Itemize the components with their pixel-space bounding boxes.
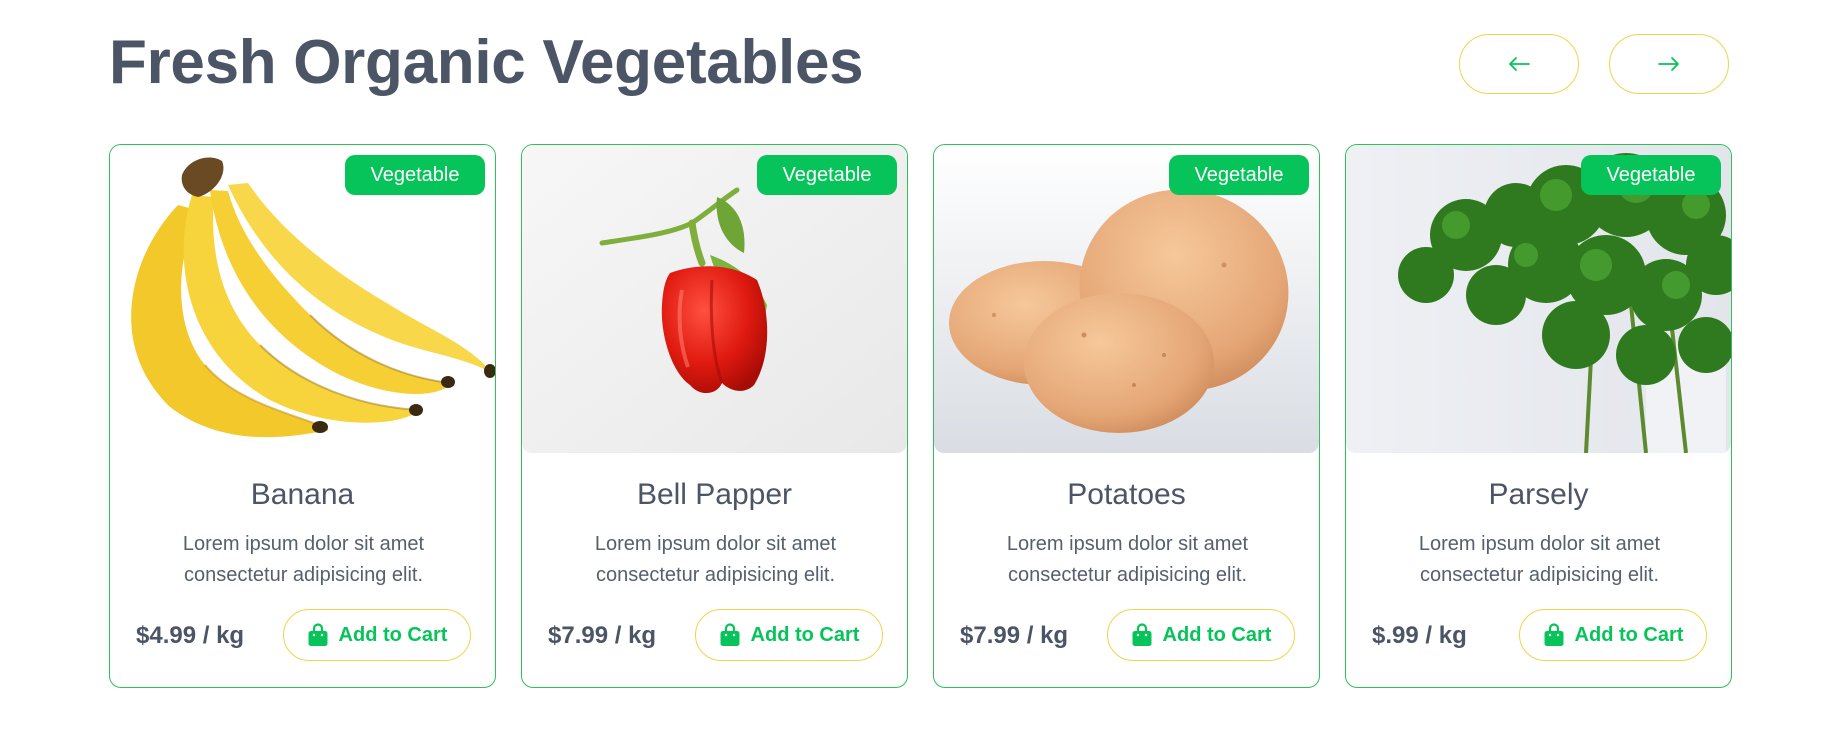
add-to-cart-label: Add to Cart: [750, 623, 860, 646]
add-to-cart-label: Add to Cart: [338, 623, 448, 646]
product-price: $4.99 / kg: [136, 622, 245, 649]
add-to-cart-button[interactable]: Add to Cart: [1107, 609, 1295, 661]
carousel-next-button[interactable]: [1609, 34, 1729, 94]
product-carousel: Vegetable Banana Lorem ipsum dolor sit a…: [109, 144, 1732, 688]
product-name: Bell Papper: [636, 478, 793, 511]
category-badge: Vegetable: [1169, 155, 1309, 195]
arrow-right-icon: [1658, 57, 1679, 71]
shopping-bag-icon: [720, 623, 740, 646]
add-to-cart-button[interactable]: Add to Cart: [695, 609, 883, 661]
product-card: Vegetable Parsely Lorem ipsum dolor sit …: [1345, 144, 1732, 688]
product-name: Banana: [250, 478, 355, 511]
product-card: Vegetable Bell Papper Lorem ipsum dolor …: [521, 144, 908, 688]
product-name: Potatoes: [1067, 478, 1186, 511]
arrow-left-icon: [1509, 57, 1530, 71]
product-price: $7.99 / kg: [548, 622, 657, 649]
add-to-cart-label: Add to Cart: [1574, 623, 1684, 646]
category-badge: Vegetable: [1581, 155, 1721, 195]
page-title: Fresh Organic Vegetables: [109, 28, 864, 97]
product-description: Lorem ipsum dolor sit amet consectetur a…: [1006, 533, 1249, 586]
shopping-bag-icon: [1544, 623, 1564, 646]
shopping-bag-icon: [1132, 623, 1152, 646]
product-description: Lorem ipsum dolor sit amet consectetur a…: [182, 533, 425, 586]
product-description: Lorem ipsum dolor sit amet consectetur a…: [594, 533, 837, 586]
add-to-cart-label: Add to Cart: [1162, 623, 1272, 646]
section-header: Fresh Organic Vegetables: [109, 30, 1731, 96]
product-card: Vegetable Potatoes Lorem ipsum dolor sit…: [933, 144, 1320, 688]
add-to-cart-button[interactable]: Add to Cart: [283, 609, 471, 661]
product-price: $7.99 / kg: [960, 622, 1069, 649]
shopping-bag-icon: [308, 623, 328, 646]
product-price: $.99 / kg: [1372, 622, 1467, 649]
category-badge: Vegetable: [345, 155, 485, 195]
product-name: Parsely: [1488, 478, 1589, 511]
add-to-cart-button[interactable]: Add to Cart: [1519, 609, 1707, 661]
category-badge: Vegetable: [757, 155, 897, 195]
product-card: Vegetable Banana Lorem ipsum dolor sit a…: [109, 144, 496, 688]
product-description: Lorem ipsum dolor sit amet consectetur a…: [1418, 533, 1661, 586]
carousel-prev-button[interactable]: [1459, 34, 1579, 94]
